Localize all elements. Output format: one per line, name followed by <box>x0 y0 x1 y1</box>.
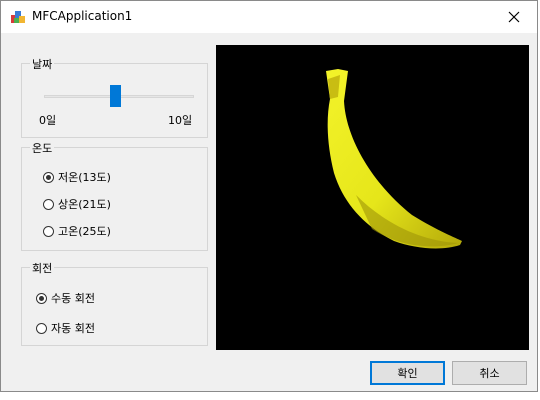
dialog-window: MFCApplication1 날짜 0일 10일 온도 저온(13도) 상온(… <box>0 0 538 392</box>
banana-model <box>326 69 462 249</box>
mfc-app-icon <box>10 9 26 25</box>
window-title: MFCApplication1 <box>32 9 133 23</box>
rotation-group: 회전 수동 회전 자동 회전 <box>21 260 208 346</box>
radio-auto-rotation-label: 자동 회전 <box>51 322 95 335</box>
radio-room-temp-label: 상온(21도) <box>58 198 111 211</box>
cancel-button-label: 취소 <box>479 367 500 380</box>
ok-button-label: 확인 <box>397 367 418 380</box>
radio-room-temp[interactable]: 상온(21도) <box>43 196 111 212</box>
date-slider-thumb[interactable] <box>110 85 121 107</box>
close-button[interactable] <box>491 1 537 33</box>
temperature-group: 온도 저온(13도) 상온(21도) 고온(25도) <box>21 140 208 251</box>
radio-low-temp[interactable]: 저온(13도) <box>43 169 111 185</box>
radio-manual-rotation-dot[interactable] <box>36 292 47 304</box>
date-group-label: 날짜 <box>30 56 55 72</box>
rotation-group-label: 회전 <box>30 260 55 276</box>
background-strip <box>0 392 540 400</box>
radio-low-temp-label: 저온(13도) <box>58 171 111 184</box>
radio-room-temp-dot[interactable] <box>43 198 54 210</box>
render-viewport[interactable] <box>216 45 529 350</box>
radio-manual-rotation[interactable]: 수동 회전 <box>36 290 95 306</box>
title-bar[interactable]: MFCApplication1 <box>1 1 537 33</box>
radio-high-temp-dot[interactable] <box>43 225 54 237</box>
radio-high-temp[interactable]: 고온(25도) <box>43 223 111 239</box>
slider-max-label: 10일 <box>168 114 193 127</box>
slider-min-label: 0일 <box>39 114 57 127</box>
ok-button[interactable]: 확인 <box>370 361 445 385</box>
radio-high-temp-label: 고온(25도) <box>58 225 111 238</box>
radio-manual-rotation-label: 수동 회전 <box>51 292 95 305</box>
radio-auto-rotation[interactable]: 자동 회전 <box>36 320 95 336</box>
radio-low-temp-dot[interactable] <box>43 171 54 183</box>
date-group: 날짜 0일 10일 <box>21 56 208 138</box>
radio-auto-rotation-dot[interactable] <box>36 322 47 334</box>
temperature-group-label: 온도 <box>30 140 55 156</box>
close-icon <box>508 11 520 23</box>
cancel-button[interactable]: 취소 <box>452 361 527 385</box>
